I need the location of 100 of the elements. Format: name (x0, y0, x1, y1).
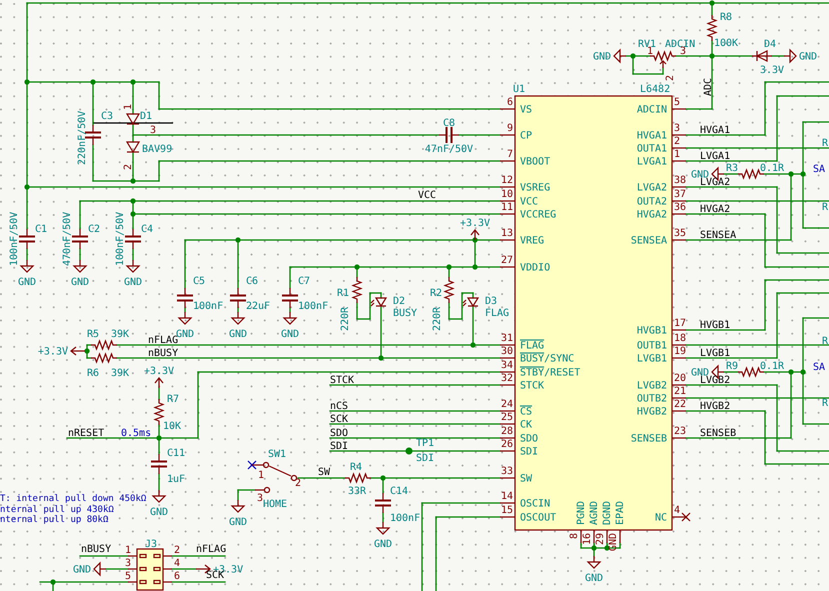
value-label: 39K (111, 329, 130, 340)
pin-name: OSCIN (520, 498, 550, 510)
pin-name: DGND (602, 500, 613, 525)
pin-name: SENSEA (630, 236, 667, 246)
pin-number: 6 (174, 571, 180, 582)
pin-number: 19 (674, 346, 686, 357)
pin-name: ADCIN (636, 104, 667, 116)
pin-name: OUTB1 (636, 340, 667, 352)
reference-label: SW1 (268, 449, 286, 460)
value-label: HOME (263, 499, 288, 510)
note-text: 0.5ms (121, 428, 152, 439)
pin-number: 3 (124, 558, 131, 569)
net-label: LVGA2 (700, 177, 730, 188)
pin-number: 37 (674, 189, 686, 200)
pin-name: AGND (589, 500, 600, 525)
net-label: STCK (330, 375, 354, 386)
reference-label: C3 (101, 111, 114, 122)
reference-label: C6 (246, 276, 258, 287)
value-label: SDI (416, 453, 434, 464)
pin-number: 22 (674, 399, 686, 410)
reference-label: R9 (726, 361, 738, 372)
reference-label: C2 (88, 224, 100, 235)
pin-number: 38 (674, 175, 686, 186)
pin-name: NC (654, 512, 667, 524)
pin-name: VREG (520, 236, 544, 246)
value-label: 100nF (193, 301, 224, 312)
value-label: 220nF/50V (77, 110, 88, 165)
pin-name: LVGB1 (636, 354, 667, 364)
net-label: SENSEB (700, 428, 736, 439)
reference-label: R6 (87, 368, 100, 379)
pin-name: PGND (576, 500, 587, 525)
value-label: 0.1R (760, 163, 784, 174)
reference-label: TP1 (416, 438, 434, 449)
value-label: 100nF (298, 301, 328, 312)
power-label: +3.3V (460, 218, 490, 229)
value-label: 100nF (390, 513, 420, 524)
pin-name: STCK (520, 380, 544, 392)
pin-number: 30 (500, 346, 513, 357)
power-label: GND (584, 573, 604, 584)
power-label: GND (70, 277, 90, 288)
pin-number: 2 (123, 164, 134, 170)
pin-number: 18 (674, 333, 686, 344)
net-label: SCK (330, 414, 348, 425)
pin-number: 2 (295, 478, 302, 489)
pin-number: 28 (500, 426, 513, 437)
pin-number: 8 (569, 533, 580, 540)
net-label: HVGA2 (700, 204, 730, 215)
note-text: SA (813, 164, 826, 175)
pin-number: 35 (674, 228, 686, 239)
reference-label: R5 (87, 329, 100, 340)
power-label: GND (799, 52, 818, 62)
pin-name: LVGB2 (636, 380, 667, 392)
note-text: nternal pull up 80kΩ (0, 515, 108, 525)
pin-number: 9 (506, 123, 513, 134)
net-label: HVGA1 (700, 125, 730, 136)
pin-name: OUTA2 (636, 196, 667, 208)
pin-number: 4 (674, 505, 680, 516)
pin-number: 13 (500, 228, 513, 239)
pin-number: 24 (500, 399, 513, 410)
pin-number: 7 (506, 149, 513, 160)
power-label: GND (124, 277, 142, 288)
pin-name: FLAG (520, 340, 544, 352)
net-label: HVGB2 (700, 401, 730, 412)
value-label: 220R (340, 306, 351, 331)
net-label: nCS (330, 401, 348, 412)
reference-label: C5 (193, 276, 206, 287)
pin-number: 5 (124, 571, 131, 582)
value-label: 100nF/50V (115, 212, 126, 266)
power-label: GND (72, 564, 91, 576)
net-label: ADC (703, 78, 714, 96)
pin-number: 16 (582, 533, 593, 546)
reference-label: D3 (485, 296, 498, 307)
value-label: 470nF/50V (62, 212, 73, 266)
reference-label: D2 (393, 296, 406, 307)
pin-name: SW (520, 474, 532, 484)
net-label: HVGB1 (700, 320, 730, 331)
pin-name: CK (520, 420, 532, 430)
pin-number: 1 (258, 470, 264, 481)
pin-number: 27 (500, 255, 513, 266)
pin-number: 29 (595, 533, 606, 546)
pin-number: 25 (500, 412, 513, 423)
value-label: 100K (714, 38, 738, 49)
pin-name: LVGA1 (636, 156, 667, 168)
reference-label: R (822, 336, 828, 347)
reference-label: C14 (390, 486, 408, 497)
pin-number: 1 (647, 46, 654, 57)
net-label: LVGA1 (700, 151, 730, 162)
pin-name: VDDIO (520, 262, 550, 274)
pin-number: 10 (500, 189, 513, 200)
value-label: 3.3V (760, 65, 784, 76)
pin-name: SENSEB (630, 434, 667, 444)
value-label: 220R (432, 306, 443, 331)
pin-name: VBOOT (520, 156, 550, 168)
part-label: L6482 (640, 84, 670, 95)
pin-number: 15 (500, 505, 513, 516)
reference-label: C4 (141, 224, 154, 235)
pin-number: 12 (500, 175, 513, 186)
pin-number: 3 (257, 493, 264, 504)
note-text: nternal pull up 430kΩ (0, 505, 114, 515)
pin-name: CP (520, 130, 532, 142)
